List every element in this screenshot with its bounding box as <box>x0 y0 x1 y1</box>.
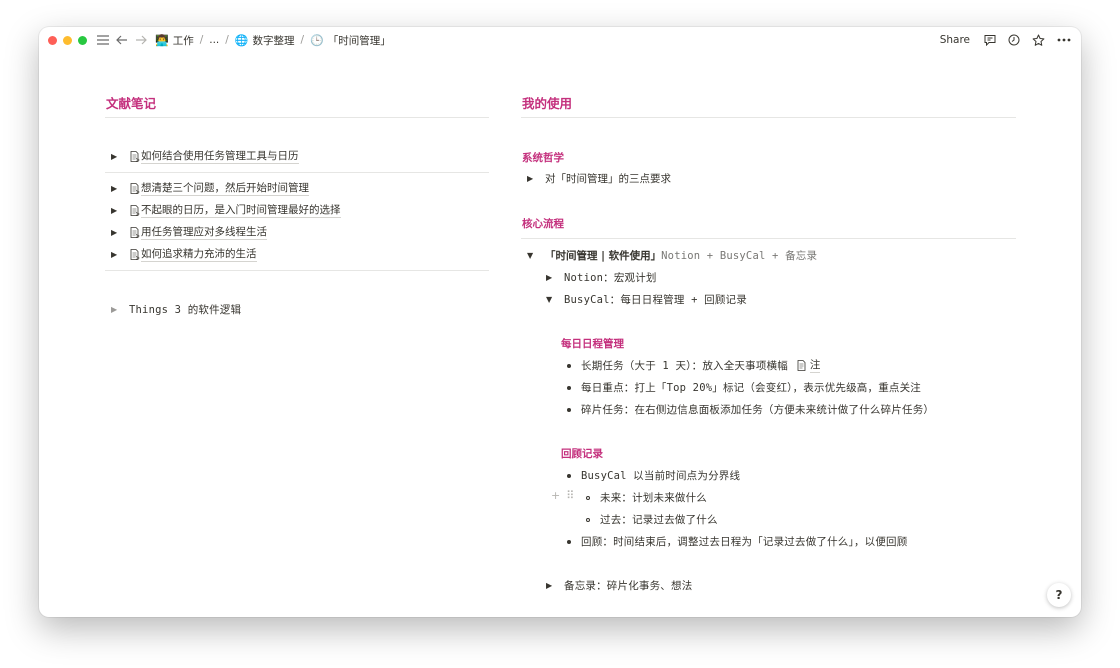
toggle-item[interactable]: ▶ 不起眼的日历，是入门时间管理最好的选择 <box>111 203 341 218</box>
list-item: 回顾：时间结束后，调整过去日程为「记录过去做了什么」，以便回顾 <box>567 534 907 549</box>
toggle-item[interactable]: ▶ 用任务管理应对多线程生活 <box>111 225 267 240</box>
triangle-down-icon[interactable]: ▼ <box>546 295 564 304</box>
heading-literature-notes: 文献笔记 <box>105 87 489 118</box>
toggle-title-bold: 「时间管理 | 软件使用」 <box>545 250 662 262</box>
breadcrumb-separator: / <box>199 34 204 46</box>
toggle-item-label: 如何追求精力充沛的生活 <box>141 248 257 262</box>
breadcrumb-ellipsis[interactable]: ... <box>209 34 219 46</box>
bullet-icon <box>567 473 571 478</box>
toggle-item[interactable]: ▶ 想清楚三个问题，然后开始时间管理 <box>111 181 309 196</box>
divider <box>105 270 489 271</box>
breadcrumb-digital-organize[interactable]: 🌐 数字整理 <box>235 33 295 48</box>
toggle-item-label: 想清楚三个问题，然后开始时间管理 <box>141 182 309 196</box>
toggle-software-usage[interactable]: ▼ 「时间管理 | 软件使用」 Notion + BusyCal + 备忘录 <box>527 248 817 263</box>
toggle-item-label: 不起眼的日历，是入门时间管理最好的选择 <box>141 204 341 218</box>
circle-bullet-icon <box>586 495 590 500</box>
heading-review-record: 回顾记录 <box>561 448 603 460</box>
toggle-item-things[interactable]: ▶ Things 3 的软件逻辑 <box>111 302 241 317</box>
document-link-icon <box>130 249 140 260</box>
star-icon[interactable] <box>1032 34 1045 47</box>
heading-my-usage: 我的使用 <box>521 87 1016 118</box>
note-page-link[interactable]: 注 <box>809 358 821 373</box>
traffic-lights <box>48 35 87 45</box>
triangle-right-icon[interactable]: ▶ <box>546 581 564 590</box>
toggle-item-label: 如何结合使用任务管理工具与日历 <box>141 150 299 164</box>
list-item: 未来：计划未来做什么 <box>586 490 707 505</box>
breadcrumb-time-management[interactable]: 🕒 「时间管理」 <box>310 33 391 48</box>
toggle-busycal[interactable]: ▼ BusyCal：每日日程管理 + 回顾记录 <box>546 292 747 307</box>
heading-daily-schedule: 每日日程管理 <box>561 338 624 350</box>
toggle-item-label: 对「时间管理」的三点要求 <box>545 173 671 185</box>
list-item: 过去：记录过去做了什么 <box>586 512 718 527</box>
divider <box>521 238 1016 239</box>
triangle-down-icon[interactable]: ▼ <box>527 251 545 260</box>
add-block-icon[interactable]: + <box>551 489 560 502</box>
right-column: 我的使用 系统哲学 ▶ 对「时间管理」的三点要求 核心流程 ▼ 「时间管理 | … <box>521 87 1016 607</box>
bullet-icon <box>567 539 571 544</box>
title-bar: 👨‍💻 工作 / ... / 🌐 数字整理 / 🕒 「时间管理」 Share <box>39 27 1081 53</box>
triangle-right-icon[interactable]: ▶ <box>111 152 129 161</box>
triangle-right-icon[interactable]: ▶ <box>111 184 129 193</box>
triangle-right-icon[interactable]: ▶ <box>111 250 129 259</box>
document-link-icon <box>130 205 140 216</box>
block-handle: + ⠿ <box>551 489 574 502</box>
bullet-icon <box>567 363 571 368</box>
heading-core-flow: 核心流程 <box>522 218 564 230</box>
bullet-icon <box>567 385 571 390</box>
heading-system-philosophy: 系统哲学 <box>522 152 564 164</box>
clock-emoji-icon: 🕒 <box>310 33 324 47</box>
divider <box>105 172 489 173</box>
notion-window: 👨‍💻 工作 / ... / 🌐 数字整理 / 🕒 「时间管理」 Share <box>39 27 1081 617</box>
document-link-icon <box>130 151 140 162</box>
list-item: 长期任务（大于 1 天）：放入全天事项横幅 注 <box>567 358 821 373</box>
zoom-window-button[interactable] <box>78 35 87 45</box>
back-arrow-icon[interactable] <box>116 35 128 45</box>
toggle-notion[interactable]: ▶ Notion：宏观计划 <box>546 270 657 285</box>
toggle-item-label: 备忘录：碎片化事务、想法 <box>564 580 693 592</box>
share-button[interactable]: Share <box>940 34 970 46</box>
triangle-right-icon[interactable]: ▶ <box>111 228 129 237</box>
toggle-item[interactable]: ▶ 对「时间管理」的三点要求 <box>527 171 671 186</box>
breadcrumb-separator: / <box>225 34 229 46</box>
toggle-item[interactable]: ▶ 如何追求精力充沛的生活 <box>111 247 257 262</box>
breadcrumb-separator: / <box>300 34 305 46</box>
document-link-icon <box>130 227 140 238</box>
bullet-icon <box>567 407 571 412</box>
toggle-item-label: BusyCal：每日日程管理 + 回顾记录 <box>564 294 747 306</box>
list-item: 碎片任务：在右侧边信息面板添加任务（方便未来统计做了什么碎片任务） <box>567 402 934 417</box>
breadcrumb-work[interactable]: 👨‍💻 工作 <box>155 33 194 48</box>
document-icon <box>797 360 806 371</box>
triangle-right-icon[interactable]: ▶ <box>527 174 545 183</box>
toggle-item-label: Notion：宏观计划 <box>564 272 657 284</box>
drag-handle-icon[interactable]: ⠿ <box>566 489 574 502</box>
toggle-memo[interactable]: ▶ 备忘录：碎片化事务、想法 <box>546 578 692 593</box>
toggle-item[interactable]: ▶ 如何结合使用任务管理工具与日历 <box>111 149 299 164</box>
help-button[interactable]: ? <box>1047 583 1071 607</box>
left-column: 文献笔记 ▶ 如何结合使用任务管理工具与日历 ▶ 想清楚三个问题，然后开始时间管… <box>105 87 489 607</box>
triangle-right-icon[interactable]: ▶ <box>546 273 564 282</box>
toggle-title-rest: Notion + BusyCal + 备忘录 <box>661 250 818 262</box>
more-options-icon[interactable] <box>1057 38 1071 42</box>
triangle-right-icon[interactable]: ▶ <box>111 206 129 215</box>
breadcrumb: 👨‍💻 工作 / ... / 🌐 数字整理 / 🕒 「时间管理」 <box>155 33 391 48</box>
person-emoji-icon: 👨‍💻 <box>155 33 169 47</box>
comment-icon[interactable] <box>984 34 996 46</box>
list-item: BusyCal 以当前时间点为分界线 <box>567 468 740 483</box>
minimize-window-button[interactable] <box>63 35 72 45</box>
document-link-icon <box>130 183 140 194</box>
close-window-button[interactable] <box>48 35 57 45</box>
toggle-item-label: 用任务管理应对多线程生活 <box>141 226 267 240</box>
sidebar-menu-icon[interactable] <box>97 35 109 45</box>
globe-emoji-icon: 🌐 <box>234 33 249 47</box>
forward-arrow-icon[interactable] <box>135 35 147 45</box>
list-item: 每日重点：打上「Top 20%」标记（会变红），表示优先级高，重点关注 <box>567 380 921 395</box>
circle-bullet-icon <box>586 517 590 522</box>
triangle-right-icon[interactable]: ▶ <box>111 305 129 314</box>
clock-history-icon[interactable] <box>1008 34 1020 46</box>
toggle-item-label: Things 3 的软件逻辑 <box>129 304 242 316</box>
